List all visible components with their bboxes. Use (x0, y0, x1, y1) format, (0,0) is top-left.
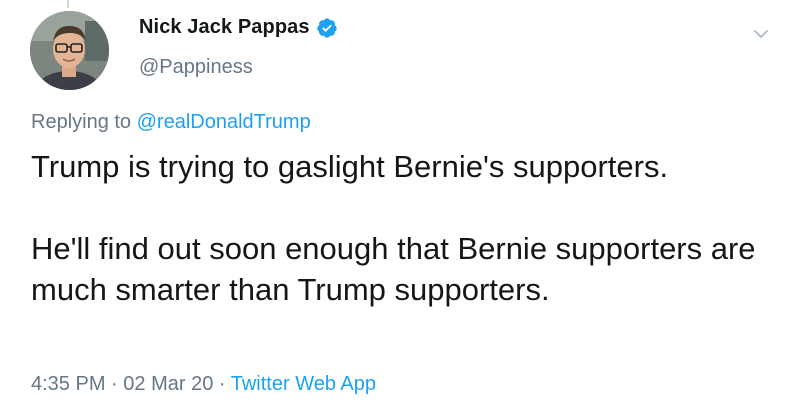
avatar[interactable] (30, 11, 109, 90)
author-display-name[interactable]: Nick Jack Pappas (139, 16, 310, 39)
thread-connector-line (67, 0, 69, 8)
tweet-date[interactable]: 02 Mar 20 (123, 373, 213, 395)
tweet-paragraph: Trump is trying to gaslight Bernie's sup… (31, 149, 669, 184)
tweet-source-link[interactable]: Twitter Web App (231, 373, 376, 395)
tweet-text: Trump is trying to gaslight Bernie's sup… (31, 146, 781, 310)
replying-to-line: Replying to @realDonaldTrump (31, 111, 311, 134)
reply-mention-link[interactable]: @realDonaldTrump (137, 111, 311, 133)
author-handle[interactable]: @Pappiness (139, 56, 253, 79)
tweet-time[interactable]: 4:35 PM (31, 373, 105, 395)
meta-separator: · (213, 373, 231, 395)
verified-badge-icon (316, 17, 338, 39)
avatar-image (30, 11, 109, 90)
replying-to-label: Replying to (31, 111, 132, 133)
meta-separator: · (105, 373, 124, 395)
author-name-row[interactable]: Nick Jack Pappas (139, 16, 338, 39)
tweet-paragraph: He'll find out soon enough that Bernie s… (31, 231, 756, 307)
tweet-metadata: 4:35 PM · 02 Mar 20 · Twitter Web App (31, 373, 376, 396)
chevron-down-icon[interactable] (752, 25, 770, 43)
